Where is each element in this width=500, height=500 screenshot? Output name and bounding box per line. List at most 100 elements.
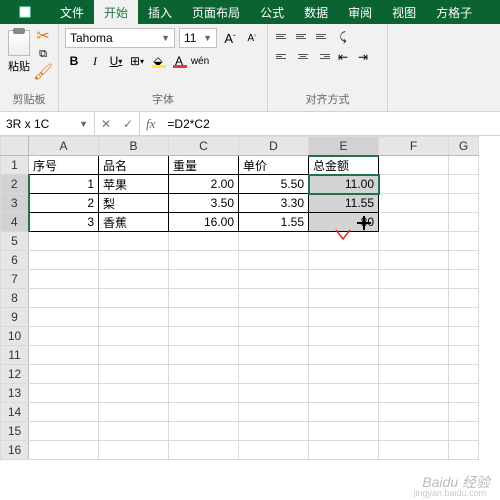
name-box[interactable]: 3R x 1C▼ <box>0 112 95 135</box>
col-header[interactable]: F <box>379 137 449 156</box>
align-right-button[interactable] <box>314 48 332 64</box>
cell[interactable] <box>379 384 449 403</box>
row-header[interactable]: 1 <box>1 156 29 175</box>
cell[interactable] <box>309 270 379 289</box>
cell[interactable]: 16.00 <box>169 213 239 232</box>
cancel-button[interactable]: ✕ <box>95 117 117 131</box>
cell[interactable] <box>169 365 239 384</box>
row-header[interactable]: 5 <box>1 232 29 251</box>
row-header[interactable]: 6 <box>1 251 29 270</box>
cell[interactable] <box>29 327 99 346</box>
cell[interactable] <box>239 308 309 327</box>
cell[interactable] <box>99 327 169 346</box>
cell[interactable] <box>379 289 449 308</box>
cell[interactable] <box>379 403 449 422</box>
cell[interactable]: 80 <box>309 213 379 232</box>
align-bottom-button[interactable] <box>314 28 332 44</box>
cell[interactable] <box>379 213 449 232</box>
cell[interactable]: 1 <box>29 175 99 194</box>
align-top-button[interactable] <box>274 28 292 44</box>
cell[interactable] <box>379 232 449 251</box>
cell[interactable] <box>169 327 239 346</box>
cell[interactable] <box>29 270 99 289</box>
cell[interactable] <box>309 251 379 270</box>
tab-formula[interactable]: 公式 <box>250 0 294 24</box>
paste-button[interactable]: 粘贴 <box>6 28 32 80</box>
cell[interactable] <box>379 327 449 346</box>
cell[interactable] <box>99 346 169 365</box>
cell[interactable] <box>449 213 479 232</box>
cell[interactable] <box>449 365 479 384</box>
cell[interactable] <box>29 403 99 422</box>
cell[interactable] <box>449 194 479 213</box>
cell[interactable] <box>29 289 99 308</box>
cell[interactable] <box>29 232 99 251</box>
col-header[interactable]: C <box>169 137 239 156</box>
cell[interactable] <box>309 232 379 251</box>
cell[interactable] <box>99 384 169 403</box>
col-header[interactable]: E <box>309 137 379 156</box>
shrink-font-button[interactable]: Aˇ <box>243 29 261 47</box>
indent-decrease-button[interactable]: ⇤ <box>334 48 352 66</box>
row-header[interactable]: 16 <box>1 441 29 460</box>
align-middle-button[interactable] <box>294 28 312 44</box>
cell[interactable] <box>449 308 479 327</box>
tab-file[interactable]: 文件 <box>50 0 94 24</box>
cell[interactable] <box>379 308 449 327</box>
cell[interactable] <box>99 289 169 308</box>
col-header[interactable]: G <box>449 137 479 156</box>
cell[interactable] <box>449 270 479 289</box>
cell[interactable]: 总金额 <box>309 156 379 175</box>
tab-fgz[interactable]: 方格子 <box>426 0 482 24</box>
grow-font-button[interactable]: Aˆ <box>221 29 239 47</box>
cell[interactable] <box>239 422 309 441</box>
cell[interactable] <box>379 156 449 175</box>
cell[interactable] <box>169 403 239 422</box>
cell[interactable]: 1.55 <box>239 213 309 232</box>
fx-label[interactable]: fx <box>140 112 161 135</box>
col-header[interactable]: D <box>239 137 309 156</box>
cell[interactable] <box>309 346 379 365</box>
enter-button[interactable]: ✓ <box>117 117 139 131</box>
cell[interactable] <box>449 156 479 175</box>
tab-insert[interactable]: 插入 <box>138 0 182 24</box>
cell[interactable] <box>169 441 239 460</box>
font-name-combo[interactable]: Tahoma▼ <box>65 28 175 48</box>
cell[interactable] <box>239 384 309 403</box>
italic-button[interactable]: I <box>86 52 104 70</box>
cell[interactable]: 序号 <box>29 156 99 175</box>
cell[interactable] <box>99 251 169 270</box>
cell[interactable] <box>449 384 479 403</box>
font-color-button[interactable]: A <box>170 52 188 70</box>
cell[interactable] <box>239 270 309 289</box>
cell[interactable] <box>239 289 309 308</box>
cell[interactable] <box>239 365 309 384</box>
cell[interactable] <box>99 422 169 441</box>
cell[interactable] <box>309 365 379 384</box>
cell[interactable]: 3.50 <box>169 194 239 213</box>
save-icon[interactable] <box>19 6 31 18</box>
cell[interactable]: 3 <box>29 213 99 232</box>
cell[interactable] <box>379 270 449 289</box>
cell[interactable]: 11.55 <box>309 194 379 213</box>
row-header[interactable]: 8 <box>1 289 29 308</box>
cell[interactable] <box>309 289 379 308</box>
cell[interactable] <box>99 441 169 460</box>
formula-input[interactable]: =D2*C2 <box>161 112 500 135</box>
col-header[interactable]: B <box>99 137 169 156</box>
cell[interactable] <box>169 289 239 308</box>
cell[interactable] <box>449 232 479 251</box>
cell[interactable] <box>29 365 99 384</box>
row-header[interactable]: 2 <box>1 175 29 194</box>
cell[interactable] <box>99 308 169 327</box>
align-center-button[interactable] <box>294 48 312 64</box>
cell[interactable]: 11.00 <box>309 175 379 194</box>
cell[interactable] <box>99 403 169 422</box>
cell[interactable] <box>379 441 449 460</box>
cell[interactable] <box>169 308 239 327</box>
cell[interactable] <box>309 384 379 403</box>
cell[interactable] <box>239 251 309 270</box>
cell[interactable] <box>169 422 239 441</box>
row-header[interactable]: 7 <box>1 270 29 289</box>
cell[interactable]: 5.50 <box>239 175 309 194</box>
